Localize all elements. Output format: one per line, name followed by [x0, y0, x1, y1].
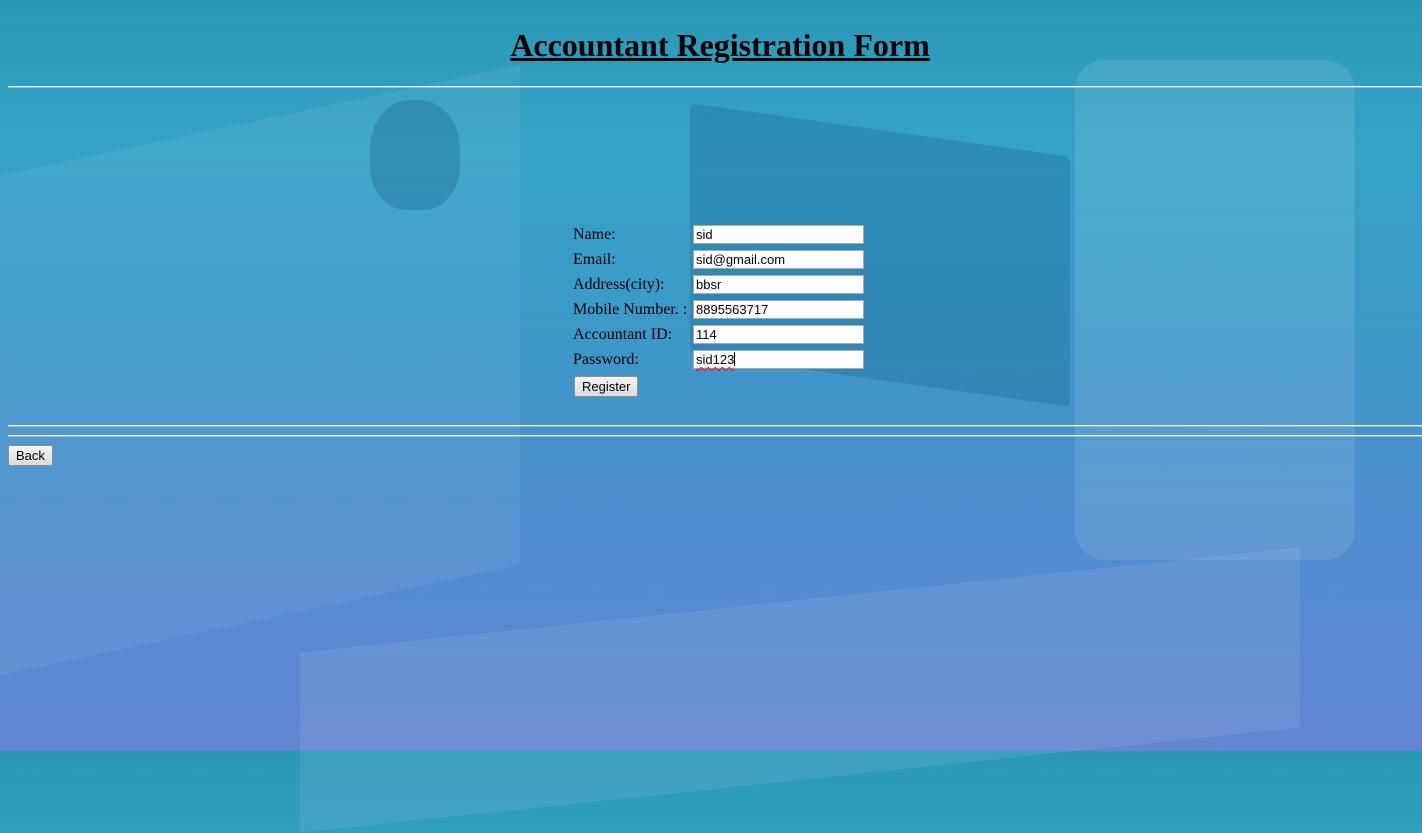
password-field[interactable]: sid123: [693, 350, 864, 369]
back-button[interactable]: Back: [8, 445, 53, 466]
form-row-address: Address(city): bbsr: [573, 274, 864, 299]
password-label: Password:: [573, 351, 639, 368]
mobile-field[interactable]: 8895563717: [693, 300, 864, 319]
page-title: Accountant Registration Form: [510, 27, 930, 63]
text-cursor: [734, 352, 736, 366]
address-field[interactable]: bbsr: [693, 275, 864, 294]
accountant-id-field[interactable]: 114: [693, 325, 864, 344]
email-field[interactable]: sid@gmail.com: [693, 250, 864, 269]
registration-form: Name: sid Email: sid@gmail.com Address(c…: [573, 224, 864, 397]
name-field[interactable]: sid: [693, 225, 864, 244]
form-row-name: Name: sid: [573, 224, 864, 249]
email-label: Email:: [573, 251, 616, 268]
divider: [8, 435, 1422, 437]
name-label: Name:: [573, 226, 616, 243]
form-row-password: Password: sid123: [573, 349, 864, 374]
divider: [8, 425, 1422, 427]
mobile-label: Mobile Number. :: [573, 301, 688, 318]
background-shape: [0, 64, 520, 676]
register-button[interactable]: Register: [574, 376, 639, 397]
address-label: Address(city):: [573, 276, 665, 293]
form-row-email: Email: sid@gmail.com: [573, 249, 864, 274]
form-row-accountant-id: Accountant ID: 114: [573, 324, 864, 349]
divider: [8, 86, 1422, 88]
password-value: sid123: [696, 352, 735, 367]
accountant-id-label: Accountant ID:: [573, 326, 673, 343]
form-row-mobile: Mobile Number. : 8895563717: [573, 299, 864, 324]
background-shape: [300, 547, 1300, 833]
background-shape: [1075, 60, 1355, 560]
background-shape: [370, 100, 460, 210]
